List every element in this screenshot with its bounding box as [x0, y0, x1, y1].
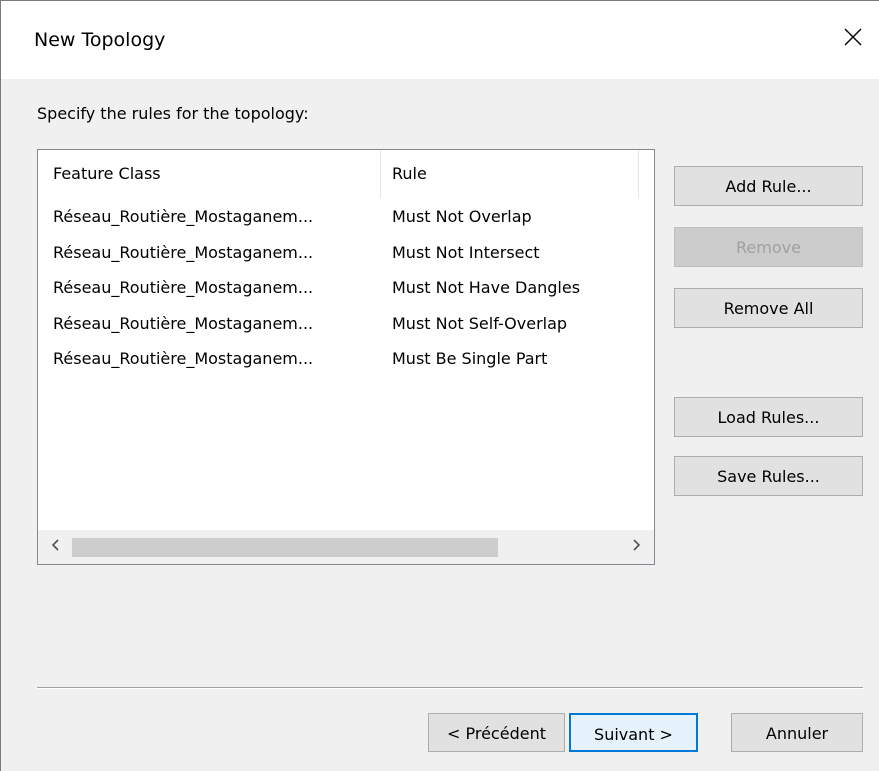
- chevron-right-icon: [633, 539, 641, 551]
- column-header-rule[interactable]: Rule: [381, 150, 639, 198]
- title-bar: New Topology: [1, 1, 879, 79]
- rule-cell: Must Not Overlap: [392, 207, 532, 226]
- rule-cell: Must Not Self-Overlap: [392, 313, 568, 333]
- table-row[interactable]: Réseau_Routière_Mostaganem... Must Be Si…: [38, 344, 654, 380]
- close-button[interactable]: [831, 15, 875, 59]
- scroll-left-button[interactable]: [40, 530, 72, 564]
- next-button[interactable]: Suivant >: [569, 713, 698, 752]
- column-header-feature-class[interactable]: Feature Class: [38, 150, 381, 198]
- feature-class-cell: Réseau_Routière_Mostaganem...: [53, 207, 314, 226]
- footer-separator: [37, 687, 863, 689]
- close-icon: [844, 28, 862, 46]
- feature-class-cell: Réseau_Routière_Mostaganem...: [53, 349, 314, 368]
- chevron-left-icon: [51, 539, 59, 551]
- rules-list-rows: Réseau_Routière_Mostaganem... Must Not O…: [38, 202, 654, 380]
- new-topology-dialog: New Topology Specify the rules for the t…: [0, 0, 879, 771]
- horizontal-scrollbar[interactable]: [38, 530, 654, 564]
- rules-prompt-label: Specify the rules for the topology:: [37, 104, 309, 123]
- remove-all-button[interactable]: Remove All: [674, 288, 863, 328]
- table-row[interactable]: Réseau_Routière_Mostaganem... Must Not O…: [38, 202, 654, 238]
- back-button[interactable]: < Précédent: [428, 713, 565, 752]
- rules-list-header: Feature Class Rule: [38, 150, 654, 198]
- rules-list[interactable]: Feature Class Rule Réseau_Routière_Mosta…: [37, 149, 655, 565]
- window-title: New Topology: [34, 29, 166, 51]
- remove-button[interactable]: Remove: [674, 227, 863, 267]
- feature-class-cell: Réseau_Routière_Mostaganem...: [53, 278, 314, 297]
- add-rule-button[interactable]: Add Rule...: [674, 166, 863, 206]
- table-row[interactable]: Réseau_Routière_Mostaganem... Must Not H…: [38, 273, 654, 309]
- load-rules-button[interactable]: Load Rules...: [674, 397, 863, 437]
- scroll-right-button[interactable]: [620, 530, 652, 564]
- feature-class-cell: Réseau_Routière_Mostaganem...: [53, 242, 314, 262]
- cancel-button[interactable]: Annuler: [731, 713, 863, 752]
- rule-cell: Must Not Intersect: [392, 242, 540, 262]
- rule-cell: Must Not Have Dangles: [392, 278, 581, 297]
- table-row[interactable]: Réseau_Routière_Mostaganem... Must Not I…: [38, 238, 654, 274]
- feature-class-cell: Réseau_Routière_Mostaganem...: [53, 313, 314, 333]
- rule-cell: Must Be Single Part: [392, 349, 548, 368]
- scrollbar-thumb[interactable]: [72, 538, 498, 557]
- save-rules-button[interactable]: Save Rules...: [674, 456, 863, 496]
- table-row[interactable]: Réseau_Routière_Mostaganem... Must Not S…: [38, 309, 654, 345]
